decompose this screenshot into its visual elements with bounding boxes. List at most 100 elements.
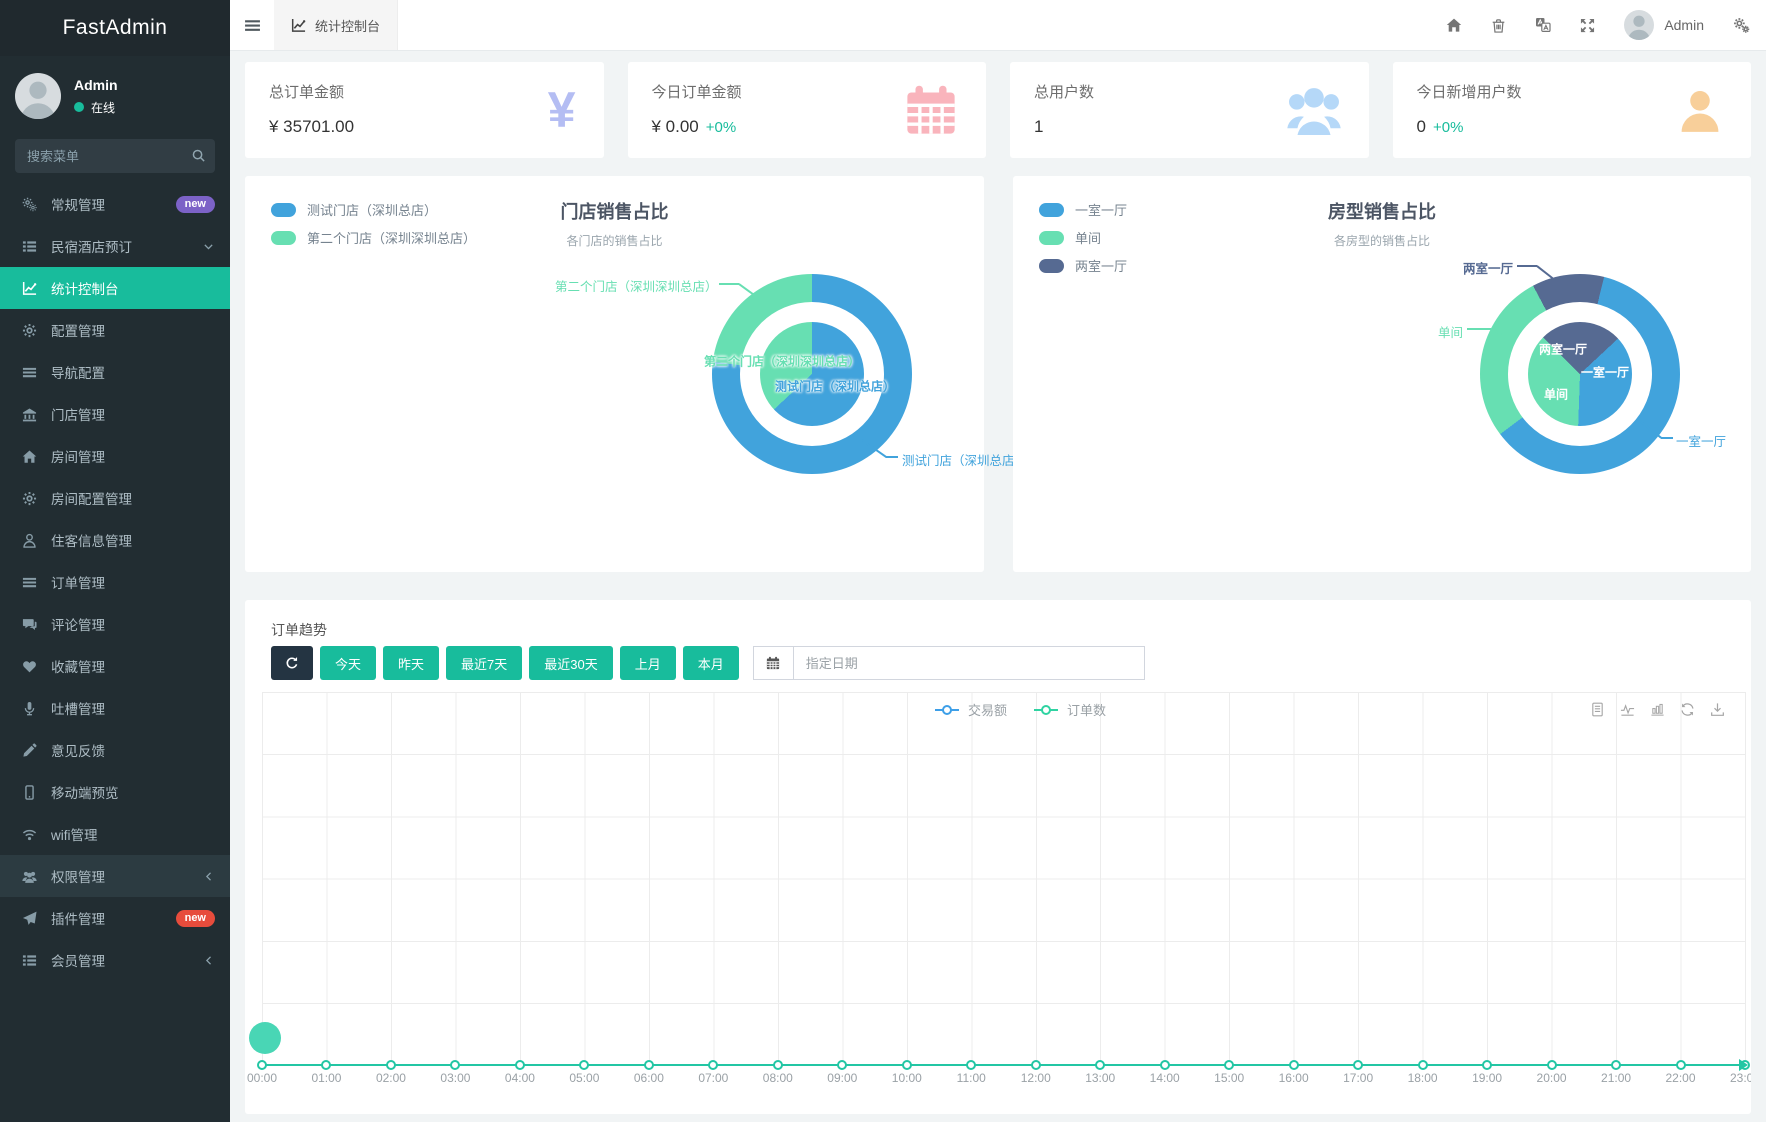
sidebar-item-统计控制台[interactable]: 统计控制台: [0, 267, 230, 309]
legend-swatch: [1039, 231, 1064, 245]
bank-icon: [22, 407, 39, 422]
chevron-left-icon: [202, 954, 215, 967]
legend-label: 第二个门店（深圳深圳总店）: [307, 228, 476, 247]
data-point-marker: [1095, 1060, 1105, 1070]
trend-title: 订单趋势: [271, 620, 327, 640]
search-input[interactable]: [15, 139, 215, 173]
data-view-icon[interactable]: [1590, 702, 1605, 717]
sidebar-item-收藏管理[interactable]: 收藏管理: [0, 645, 230, 687]
user-menu[interactable]: Admin: [1624, 10, 1704, 40]
legend-item-单间[interactable]: 单间: [1039, 228, 1127, 247]
legend-label: 交易额: [968, 700, 1007, 719]
sidebar-item-移动端预览[interactable]: 移动端预览: [0, 771, 230, 813]
legend-item-turnover[interactable]: 交易额: [935, 700, 1007, 719]
data-point-marker: [1611, 1060, 1621, 1070]
legend-item-第二个门店（深圳深圳总店）[interactable]: 第二个门店（深圳深圳总店）: [271, 228, 476, 247]
x-tick-label: 11:00: [957, 1071, 986, 1085]
sidebar-item-label: 房间管理: [51, 446, 105, 466]
room-donut-chart[interactable]: [1480, 274, 1680, 474]
user-panel: Admin 在线: [0, 56, 230, 131]
data-point-marker: [1482, 1060, 1492, 1070]
line-chart-icon[interactable]: [1620, 702, 1635, 717]
trend-chart-area[interactable]: [262, 692, 1746, 1066]
user-status: 在线: [74, 99, 118, 116]
sidebar-item-label: wifi管理: [51, 824, 98, 844]
list-icon: [22, 953, 39, 968]
tab-dashboard[interactable]: 统计控制台: [274, 0, 398, 50]
data-point-marker: [579, 1060, 589, 1070]
data-point-marker: [1031, 1060, 1041, 1070]
callout-tworoom: 两室一厅: [1409, 258, 1513, 277]
avatar[interactable]: [15, 73, 61, 119]
sidebar-item-常规管理[interactable]: 常规管理new: [0, 183, 230, 225]
x-tick-label: 07:00: [698, 1071, 728, 1085]
search-icon[interactable]: [191, 148, 206, 163]
x-tick-label: 06:00: [634, 1071, 664, 1085]
trash-icon[interactable]: [1491, 18, 1506, 33]
sidebar-item-评论管理[interactable]: 评论管理: [0, 603, 230, 645]
restore-icon[interactable]: [1680, 702, 1695, 717]
sidebar-item-订单管理[interactable]: 订单管理: [0, 561, 230, 603]
fullscreen-icon[interactable]: [1580, 18, 1595, 33]
legend-item-两室一厅[interactable]: 两室一厅: [1039, 256, 1127, 275]
users-icon: [1287, 83, 1341, 137]
range-button-本月[interactable]: 本月: [683, 646, 739, 680]
sidebar-item-label: 民宿酒店预订: [51, 236, 132, 256]
calendar-icon: [904, 83, 958, 137]
language-icon[interactable]: [1535, 17, 1551, 33]
sidebar-item-意见反馈[interactable]: 意见反馈: [0, 729, 230, 771]
range-button-昨天[interactable]: 昨天: [383, 646, 439, 680]
sidebar-item-label: 常规管理: [51, 194, 105, 214]
x-tick-label: 09:00: [827, 1071, 857, 1085]
person-icon: [22, 533, 39, 548]
x-tick-label: 00:00: [247, 1071, 277, 1085]
data-point-marker: [837, 1060, 847, 1070]
date-input[interactable]: [793, 646, 1145, 680]
settings-gears-icon[interactable]: [1733, 17, 1750, 34]
x-tick-label: 16:00: [1279, 1071, 1309, 1085]
legend-item-测试门店（深圳总店）[interactable]: 测试门店（深圳总店）: [271, 200, 476, 219]
home-icon[interactable]: [1446, 17, 1462, 33]
range-button-最近30天[interactable]: 最近30天: [529, 646, 612, 680]
sidebar-item-住客信息管理[interactable]: 住客信息管理: [0, 519, 230, 561]
wifi-icon: [22, 827, 39, 842]
legend-item-一室一厅[interactable]: 一室一厅: [1039, 200, 1127, 219]
sidebar-item-配置管理[interactable]: 配置管理: [0, 309, 230, 351]
stat-value: ¥ 35701.00: [269, 117, 580, 137]
range-button-今天[interactable]: 今天: [320, 646, 376, 680]
refresh-button[interactable]: [271, 646, 313, 680]
sidebar-item-房间管理[interactable]: 房间管理: [0, 435, 230, 477]
sidebar-item-房间配置管理[interactable]: 房间配置管理: [0, 477, 230, 519]
sidebar-item-吐槽管理[interactable]: 吐槽管理: [0, 687, 230, 729]
heart-icon: [22, 659, 39, 674]
sidebar-item-插件管理[interactable]: 插件管理new: [0, 897, 230, 939]
sidebar-item-wifi管理[interactable]: wifi管理: [0, 813, 230, 855]
store-chart-legend: 测试门店（深圳总店） 第二个门店（深圳深圳总店）: [271, 200, 476, 256]
app-logo[interactable]: FastAdmin: [0, 0, 230, 56]
stat-delta: +0%: [1433, 119, 1463, 136]
range-button-上月[interactable]: 上月: [620, 646, 676, 680]
sidebar-item-民宿酒店预订[interactable]: 民宿酒店预订: [0, 225, 230, 267]
online-dot-icon: [74, 102, 84, 112]
user-status-label: 在线: [91, 99, 115, 116]
x-tick-label: 19:00: [1472, 1071, 1502, 1085]
download-icon[interactable]: [1710, 702, 1725, 717]
cogs-icon: [22, 197, 39, 212]
comment-icon: [22, 617, 39, 632]
x-tick-label: 17:00: [1343, 1071, 1373, 1085]
gear-icon: [22, 491, 39, 506]
hamburger-menu-icon[interactable]: [230, 0, 274, 50]
sidebar-item-导航配置[interactable]: 导航配置: [0, 351, 230, 393]
calendar-icon[interactable]: [753, 646, 793, 680]
topbar: 统计控制台 Admin: [230, 0, 1766, 51]
range-button-最近7天[interactable]: 最近7天: [446, 646, 522, 680]
legend-item-orders[interactable]: 订单数: [1034, 700, 1106, 719]
sidebar-item-权限管理[interactable]: 权限管理: [0, 855, 230, 897]
pencil-icon: [22, 743, 39, 758]
sidebar-item-门店管理[interactable]: 门店管理: [0, 393, 230, 435]
store-donut-chart[interactable]: [712, 274, 912, 474]
bar-chart-icon[interactable]: [1650, 702, 1665, 717]
x-tick-label: 01:00: [311, 1071, 341, 1085]
sidebar-item-会员管理[interactable]: 会员管理: [0, 939, 230, 981]
gear-icon: [22, 323, 39, 338]
